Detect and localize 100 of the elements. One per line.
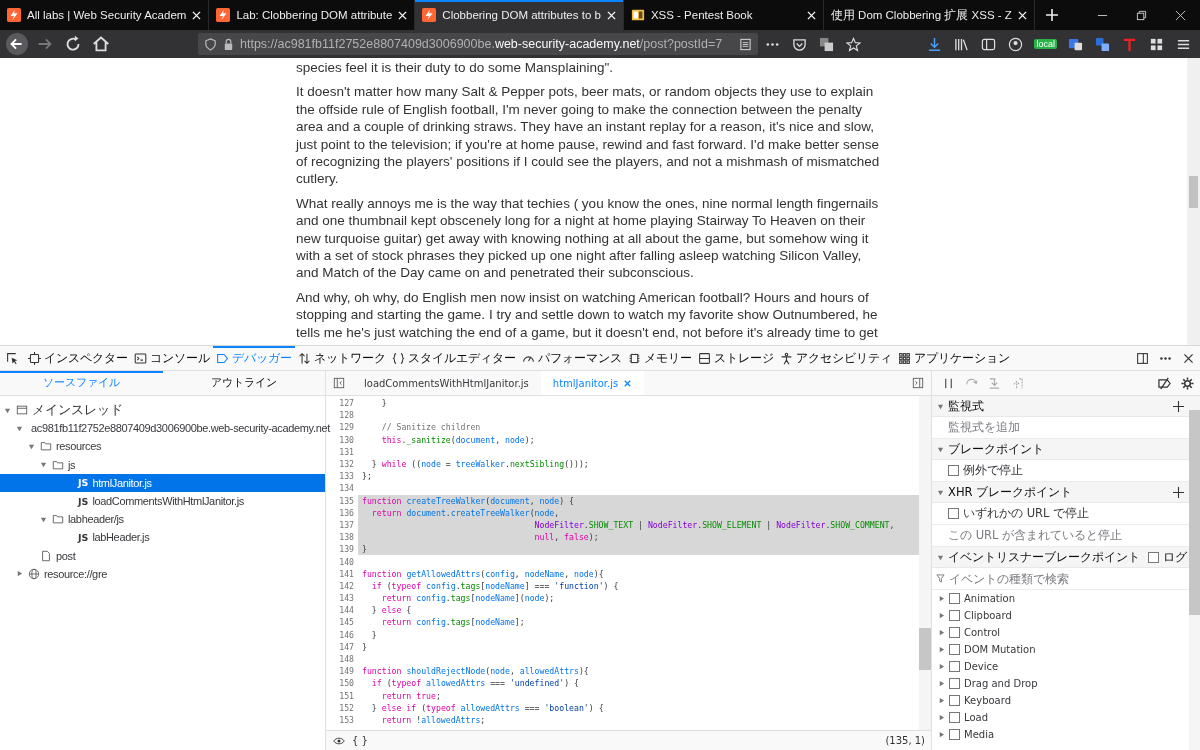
checkbox[interactable]: [948, 465, 959, 476]
download-icon[interactable]: [927, 36, 943, 52]
expand-arrow-icon[interactable]: [4, 406, 11, 414]
tree-item[interactable]: post: [0, 546, 325, 565]
expand-arrow-icon[interactable]: [938, 680, 945, 687]
checkbox[interactable]: [949, 678, 960, 689]
reader-view-icon[interactable]: [739, 37, 752, 51]
checkbox[interactable]: [1148, 551, 1159, 563]
address-bar[interactable]: https://ac981fb11f2752e8807409d3006900be.web-security-academy.net/post?postId=7: [198, 33, 758, 55]
pause-icon[interactable]: [942, 376, 955, 390]
plus-icon[interactable]: [1173, 400, 1184, 412]
devtools-tab[interactable]: コンソール: [131, 346, 213, 370]
devtools-tab[interactable]: インスペクター: [25, 346, 131, 370]
devtools-tab[interactable]: ネットワーク: [295, 346, 389, 370]
line-number: 138: [338, 532, 355, 543]
checkbox[interactable]: [949, 593, 960, 604]
expand-arrow-icon[interactable]: [40, 461, 47, 469]
expand-arrow-icon[interactable]: [938, 629, 945, 636]
star-icon[interactable]: [846, 36, 861, 52]
pocket-icon[interactable]: [792, 36, 807, 52]
scrollbar[interactable]: [1187, 58, 1200, 345]
section-title[interactable]: XHR ブレークポイント: [948, 484, 1073, 500]
devtools-tab[interactable]: アプリケーション: [895, 346, 1013, 370]
tree-item[interactable]: js: [0, 455, 325, 474]
expand-arrow-icon[interactable]: [938, 697, 945, 704]
tree-item[interactable]: JS htmlJanitor.js: [0, 473, 325, 492]
section-header[interactable]: 監視式: [932, 396, 1189, 417]
account-icon[interactable]: [1008, 36, 1024, 52]
expand-arrow-icon[interactable]: [938, 663, 945, 670]
expand-arrow-icon[interactable]: [16, 570, 23, 578]
crosshair-icon: [28, 351, 41, 365]
tree-item[interactable]: resources: [0, 437, 325, 456]
t-letter-icon[interactable]: [1122, 36, 1137, 52]
sidebar-icon[interactable]: [981, 36, 997, 52]
sidebar-toggle-icon[interactable]: [333, 377, 345, 389]
extensions-icon[interactable]: [1149, 36, 1164, 52]
line-number: 142: [338, 580, 355, 591]
devtools-tab[interactable]: スタイルエディター: [389, 346, 519, 370]
tree-label: js: [68, 458, 76, 471]
library-icon[interactable]: [954, 36, 970, 52]
tree-item[interactable]: labheader/js: [0, 510, 325, 529]
tree-label: labHeader.js: [92, 531, 150, 544]
section-header[interactable]: イベントリスナーブレークポイント ログ: [932, 547, 1189, 568]
checkbox[interactable]: [949, 729, 960, 740]
expand-arrow-icon[interactable]: [937, 553, 944, 561]
expand-arrow-icon[interactable]: [40, 515, 47, 523]
section-header[interactable]: ブレークポイント: [932, 439, 1189, 460]
expand-arrow-icon[interactable]: [938, 595, 945, 602]
checkbox[interactable]: [949, 644, 960, 655]
checkbox[interactable]: [949, 610, 960, 621]
section-title[interactable]: ブレークポイント: [948, 441, 1044, 457]
devtools-tab[interactable]: パフォーマンス: [519, 346, 625, 370]
browser-tab[interactable]: Clobbering DOM attributes to b: [415, 0, 624, 30]
expand-arrow-icon[interactable]: [937, 488, 944, 496]
panel-tab[interactable]: アウトライン: [162, 371, 325, 395]
scrollbar[interactable]: [919, 396, 931, 730]
close-icon[interactable]: [1182, 351, 1195, 365]
section-title[interactable]: イベントリスナーブレークポイント: [948, 549, 1140, 565]
pretty-print-button[interactable]: { }: [352, 735, 368, 746]
tree-item[interactable]: JS loadCommentsWithHtmlJanitor.js: [0, 491, 325, 511]
devtools-tab[interactable]: デバッガー: [213, 346, 295, 370]
dock-icon[interactable]: [1136, 351, 1149, 365]
tree-item[interactable]: メインスレッド: [0, 401, 325, 420]
plus-icon[interactable]: [1173, 486, 1184, 498]
section-header[interactable]: XHR ブレークポイント: [932, 482, 1189, 503]
checkbox[interactable]: [948, 508, 959, 519]
tree-item[interactable]: resource://gre: [0, 564, 325, 583]
devtools-tab[interactable]: アクセシビリティ: [777, 346, 895, 370]
expand-arrow-icon[interactable]: [28, 442, 35, 450]
expand-arrow-icon[interactable]: [16, 424, 23, 432]
checkbox[interactable]: [949, 627, 960, 638]
tree-item[interactable]: JS labHeader.js: [0, 528, 325, 547]
expand-arrow-icon[interactable]: [938, 612, 945, 619]
expand-arrow-icon[interactable]: [938, 731, 945, 738]
close-icon[interactable]: [1175, 9, 1186, 21]
expand-arrow-icon[interactable]: [937, 402, 944, 410]
file-icon: [40, 549, 52, 562]
devtools-tab[interactable]: ストレージ: [695, 346, 777, 370]
devtools-tab[interactable]: メモリー: [625, 346, 695, 370]
scrollbar[interactable]: [1189, 396, 1200, 750]
code-line: return config.tags[nodeName];: [380, 616, 526, 629]
section-title[interactable]: 監視式: [948, 398, 984, 414]
element-picker-icon[interactable]: [6, 351, 19, 365]
expand-arrow-icon[interactable]: [938, 646, 945, 653]
expand-arrow-icon[interactable]: [937, 445, 944, 453]
sidebar-toggle-icon[interactable]: [912, 377, 924, 389]
editor-tab[interactable]: htmlJanitor.js: [540, 371, 645, 395]
line-number: 150: [338, 678, 355, 689]
back-icon[interactable]: [6, 33, 28, 55]
panel-tab[interactable]: ソースファイル: [0, 371, 163, 395]
restore-icon[interactable]: [1136, 9, 1147, 21]
line-number: 153: [338, 714, 355, 725]
checkbox[interactable]: [949, 661, 960, 672]
search-field[interactable]: イベントの種類で検索: [949, 571, 1149, 586]
editor-tab[interactable]: loadCommentsWithHtmlJanitor.js: [352, 371, 541, 395]
disable-breakpoints-icon[interactable]: [1158, 376, 1171, 390]
settings-icon[interactable]: [1181, 376, 1194, 390]
checkbox[interactable]: [949, 695, 960, 706]
expand-arrow-icon[interactable]: [938, 714, 945, 721]
checkbox[interactable]: [949, 712, 960, 723]
